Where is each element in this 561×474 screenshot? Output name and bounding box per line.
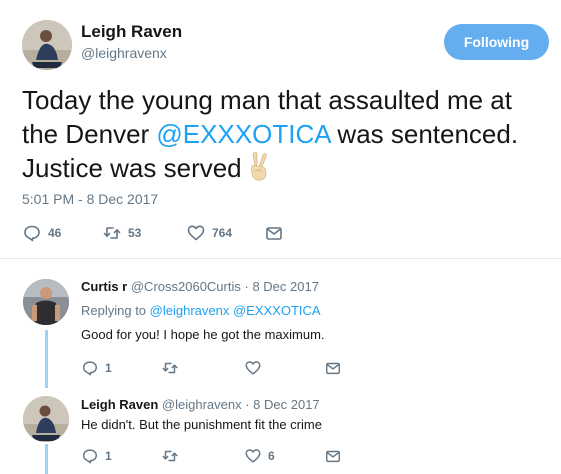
reply-text: Good for you! I hope he got the maximum. xyxy=(81,327,325,342)
reply-header: Curtis r @Cross2060Curtis · 8 Dec 2017 xyxy=(81,279,319,294)
following-button[interactable]: Following xyxy=(444,24,549,60)
replying-to-label: Replying to xyxy=(81,303,147,318)
reply-icon xyxy=(82,449,98,464)
reply-actions: 1 6 xyxy=(81,445,351,465)
reply-text: He didn't. But the punishment fit the cr… xyxy=(81,417,322,432)
direct-message-action[interactable] xyxy=(324,445,342,467)
envelope-icon xyxy=(325,450,341,463)
direct-message-action[interactable] xyxy=(324,357,342,379)
replying-to-mentions[interactable]: @leighravenx @EXXXOTICA xyxy=(150,303,321,318)
retweet-icon xyxy=(103,227,121,239)
victory-hand-emoji-icon xyxy=(246,152,272,182)
reply-tweet: Leigh Raven @leighravenx · 8 Dec 2017 He… xyxy=(0,388,561,474)
mention-link[interactable]: @EXXXOTICA xyxy=(156,119,330,149)
reply-header: Leigh Raven @leighravenx · 8 Dec 2017 xyxy=(81,397,320,412)
reply-actions: 1 xyxy=(81,357,351,377)
main-tweet: Leigh Raven @leighravenx Following Today… xyxy=(0,0,561,258)
like-action[interactable]: 6 xyxy=(244,445,275,467)
tweet-actions: 46 53 764 xyxy=(22,222,322,244)
tweet-text: Today the young man that assaulted me at… xyxy=(22,83,547,185)
like-action[interactable]: 764 xyxy=(186,222,232,244)
reply-author-name[interactable]: Curtis r xyxy=(81,279,127,294)
retweet-action[interactable] xyxy=(161,357,185,379)
tweet-timestamp[interactable]: 5:01 PM - 8 Dec 2017 xyxy=(22,191,158,207)
reply-date[interactable]: · 8 Dec 2017 xyxy=(245,397,319,412)
like-count: 6 xyxy=(268,449,275,463)
avatar-photo-icon xyxy=(23,396,69,442)
retweet-icon xyxy=(162,362,178,374)
heart-icon xyxy=(245,361,261,375)
reply-author-name[interactable]: Leigh Raven xyxy=(81,397,158,412)
reply-avatar[interactable] xyxy=(23,279,69,325)
reply-tweet: Curtis r @Cross2060Curtis · 8 Dec 2017 R… xyxy=(0,259,561,387)
heart-icon xyxy=(187,225,205,241)
retweet-icon xyxy=(162,450,178,462)
reply-action[interactable]: 46 xyxy=(22,222,61,244)
like-action[interactable] xyxy=(244,357,268,379)
reply-author-handle[interactable]: @leighravenx xyxy=(162,397,242,412)
envelope-icon xyxy=(266,227,282,240)
reply-icon xyxy=(24,225,40,242)
author-avatar[interactable] xyxy=(22,20,72,70)
like-count: 764 xyxy=(212,226,233,240)
direct-message-action[interactable] xyxy=(264,222,284,244)
avatar-photo-icon xyxy=(22,20,72,70)
heart-icon xyxy=(245,449,261,463)
reply-icon xyxy=(82,361,98,376)
retweet-action[interactable] xyxy=(161,445,185,467)
retweet-count: 53 xyxy=(128,226,142,240)
author-handle[interactable]: @leighravenx xyxy=(81,45,167,61)
author-name[interactable]: Leigh Raven xyxy=(81,22,182,42)
reply-count: 1 xyxy=(105,449,112,463)
reply-action[interactable]: 1 xyxy=(81,357,112,379)
reply-action[interactable]: 1 xyxy=(81,445,112,467)
reply-count: 1 xyxy=(105,361,112,375)
avatar-photo-icon xyxy=(23,279,69,325)
reply-date[interactable]: · 8 Dec 2017 xyxy=(245,279,319,294)
reply-count: 46 xyxy=(48,226,62,240)
reply-avatar[interactable] xyxy=(23,396,69,442)
replying-to: Replying to @leighravenx @EXXXOTICA xyxy=(81,303,321,318)
envelope-icon xyxy=(325,362,341,375)
reply-author-handle[interactable]: @Cross2060Curtis xyxy=(131,279,241,294)
retweet-action[interactable]: 53 xyxy=(102,222,141,244)
